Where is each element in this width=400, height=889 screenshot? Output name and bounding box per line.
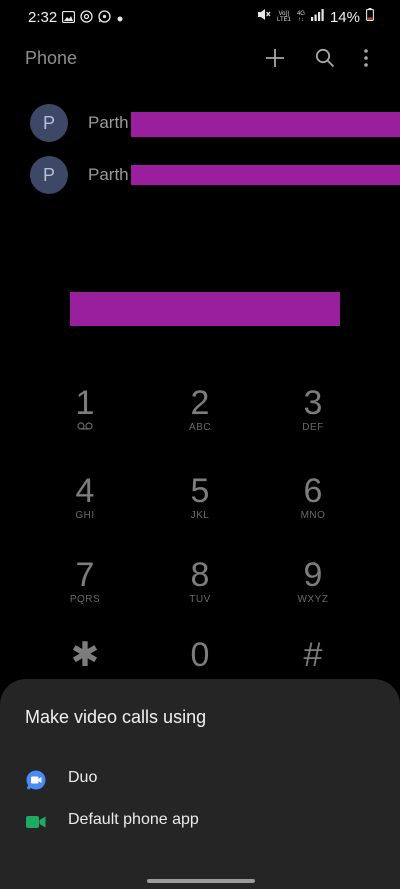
search-button[interactable] <box>311 44 339 72</box>
whatsapp-notification-icon <box>98 10 111 28</box>
status-bar: 2:32 Vo)) LTE1 4G ↑↓ 14% <box>0 0 400 34</box>
voicemail-icon <box>77 422 93 430</box>
key-7[interactable]: 7 PQRS <box>30 557 140 613</box>
avatar: P <box>30 156 68 194</box>
mute-icon <box>257 8 271 26</box>
dialed-number-redaction <box>70 292 340 326</box>
key-8[interactable]: 8 TUV <box>145 557 255 613</box>
plus-icon <box>266 49 284 67</box>
more-notifications-dot-icon <box>116 10 124 28</box>
option-label: Duo <box>68 769 98 786</box>
duo-icon <box>25 769 47 791</box>
gallery-notification-icon <box>61 10 76 28</box>
video-call-app-sheet: Make video calls using Duo Default phone… <box>0 679 400 889</box>
option-label: Default phone app <box>68 811 199 828</box>
contact-name: Parth <box>88 165 129 184</box>
redaction-bar <box>131 165 400 185</box>
signal-icon <box>310 8 324 26</box>
key-4[interactable]: 4 GHI <box>30 473 140 529</box>
key-9[interactable]: 9 WXYZ <box>258 557 368 613</box>
contact-name: Parth <box>88 113 129 132</box>
battery-percent: 14% <box>329 8 360 26</box>
key-2[interactable]: 2 ABC <box>145 385 255 441</box>
more-vert-icon <box>364 49 368 67</box>
network-4g-icon: 4G ↑↓ <box>296 11 305 23</box>
page-title: Phone <box>25 48 78 68</box>
contact-row[interactable]: P Parth <box>30 156 400 196</box>
sheet-title: Make video calls using <box>25 707 207 727</box>
add-contact-button[interactable] <box>261 44 289 72</box>
volte-icon: Vo)) LTE1 <box>277 11 291 23</box>
contact-row[interactable]: P Parth <box>30 104 400 144</box>
key-1[interactable]: 1 <box>30 385 140 441</box>
avatar: P <box>30 104 68 142</box>
option-default-phone-app[interactable]: Default phone app <box>0 801 400 841</box>
at-notification-icon <box>80 10 93 28</box>
search-icon <box>315 48 335 68</box>
key-6[interactable]: 6 MNO <box>258 473 368 529</box>
video-camera-icon <box>25 811 47 833</box>
app-bar: Phone <box>0 40 400 76</box>
key-5[interactable]: 5 JKL <box>145 473 255 529</box>
option-duo[interactable]: Duo <box>0 759 400 799</box>
key-3[interactable]: 3 DEF <box>258 385 368 441</box>
battery-low-icon <box>366 8 374 26</box>
redaction-bar <box>131 112 400 137</box>
home-indicator[interactable] <box>147 879 255 883</box>
status-time: 2:32 <box>28 9 58 26</box>
more-options-button[interactable] <box>352 44 380 72</box>
